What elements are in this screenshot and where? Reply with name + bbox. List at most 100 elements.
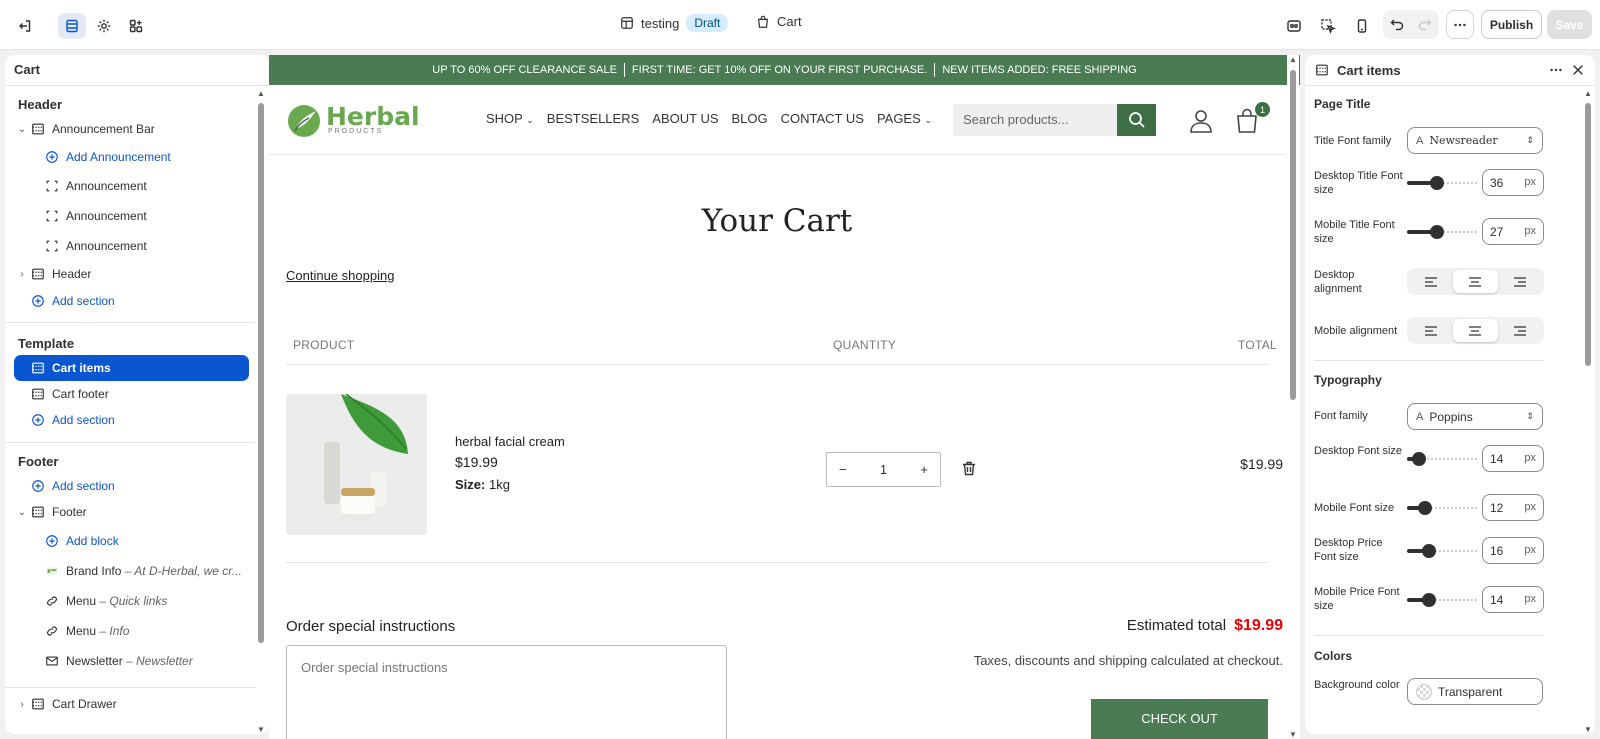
- slider-handle[interactable]: [1422, 544, 1436, 558]
- plus-icon[interactable]: +: [920, 462, 928, 477]
- slider-handle[interactable]: [1422, 593, 1436, 607]
- quantity-value[interactable]: 1: [880, 462, 887, 477]
- desktop-alignment-toggle[interactable]: [1407, 268, 1544, 295]
- nav-bestsellers[interactable]: BESTSELLERS: [547, 111, 640, 126]
- undo-icon[interactable]: [1383, 11, 1411, 37]
- mobile-font-size-slider[interactable]: [1407, 501, 1477, 515]
- add-section-header-button[interactable]: Add section: [14, 288, 249, 314]
- desktop-price-size-slider[interactable]: [1407, 544, 1477, 558]
- align-left-icon[interactable]: [1409, 319, 1453, 342]
- add-section-footer-button[interactable]: Add section: [14, 473, 249, 499]
- nav-pages[interactable]: PAGES ⌄: [877, 111, 932, 126]
- add-announcement-button[interactable]: Add Announcement: [14, 144, 249, 170]
- tree-menu-quick-links[interactable]: Menu – Quick links: [14, 588, 249, 614]
- trash-icon[interactable]: [962, 461, 976, 476]
- tree-announcement-bar[interactable]: ⌄ Announcement Bar: [14, 116, 249, 142]
- font-family-select[interactable]: A Poppins ⇕: [1407, 403, 1543, 430]
- align-left-icon[interactable]: [1409, 270, 1453, 293]
- more-actions-button[interactable]: [1446, 10, 1474, 39]
- exit-icon[interactable]: [11, 13, 39, 39]
- publish-button[interactable]: Publish: [1481, 10, 1542, 39]
- tree-announcement-3[interactable]: Announcement: [14, 233, 249, 259]
- search-input[interactable]: Search products...: [953, 104, 1117, 136]
- right-scrollbar[interactable]: ▲ ▼: [1583, 89, 1593, 734]
- mobile-price-size-slider[interactable]: [1407, 593, 1477, 607]
- store-logo[interactable]: Herbal PRODUCTS: [286, 101, 420, 139]
- desktop-font-size-slider[interactable]: [1407, 452, 1477, 466]
- column-header-quantity: QUANTITY: [833, 338, 897, 352]
- tree-footer[interactable]: ⌄ Footer: [14, 499, 249, 525]
- desktop-font-size-input[interactable]: 14 px: [1482, 445, 1544, 472]
- mobile-title-size-input[interactable]: 27 px: [1482, 218, 1544, 245]
- chevron-down-icon[interactable]: ⌄: [14, 507, 30, 518]
- tree-cart-footer[interactable]: Cart footer: [14, 381, 249, 407]
- desktop-title-size-input[interactable]: 36 px: [1482, 169, 1544, 196]
- align-center-icon[interactable]: [1453, 270, 1498, 293]
- account-icon[interactable]: [1189, 108, 1213, 134]
- select-element-icon[interactable]: [1314, 13, 1342, 39]
- redo-icon[interactable]: [1411, 11, 1439, 37]
- tree-newsletter[interactable]: Newsletter – Newsletter: [14, 648, 249, 674]
- theme-selector[interactable]: testing Draft: [620, 14, 729, 32]
- nav-shop[interactable]: SHOP ⌄: [486, 111, 534, 126]
- add-section-template-button[interactable]: Add section: [14, 407, 249, 433]
- tree-menu-info[interactable]: Menu – Info: [14, 618, 249, 644]
- tree-announcement-2[interactable]: Announcement: [14, 203, 249, 229]
- align-right-icon[interactable]: [1498, 270, 1542, 293]
- tree-brand-info[interactable]: Brand Info – At D-Herbal, we cr...: [14, 558, 249, 584]
- preview-scrollbar[interactable]: ▲ ▼: [1287, 55, 1299, 739]
- scrollbar-thumb[interactable]: [1290, 70, 1296, 400]
- scrollbar-thumb[interactable]: [1585, 103, 1591, 366]
- slider-handle[interactable]: [1430, 225, 1444, 239]
- tree-header[interactable]: › Header: [14, 261, 249, 287]
- save-button[interactable]: Save: [1547, 10, 1592, 39]
- scroll-up-icon[interactable]: ▲: [257, 89, 265, 98]
- desktop-title-size-slider[interactable]: [1407, 176, 1477, 190]
- align-center-icon[interactable]: [1453, 319, 1498, 342]
- slider-handle[interactable]: [1418, 501, 1432, 515]
- align-right-icon[interactable]: [1498, 319, 1542, 342]
- continue-shopping-link[interactable]: Continue shopping: [286, 268, 394, 283]
- mobile-alignment-toggle[interactable]: [1407, 317, 1544, 344]
- apps-icon[interactable]: [122, 13, 150, 39]
- minus-icon[interactable]: −: [839, 462, 847, 477]
- chevron-down-icon[interactable]: ⌄: [14, 124, 30, 135]
- nav-about[interactable]: ABOUT US: [652, 111, 718, 126]
- quantity-stepper[interactable]: − 1 +: [826, 452, 941, 487]
- checkout-button[interactable]: CHECK OUT: [1091, 699, 1268, 739]
- product-image[interactable]: [286, 394, 427, 535]
- background-color-picker[interactable]: Transparent: [1407, 678, 1543, 705]
- title-font-family-select[interactable]: A Newsreader ⇕: [1407, 127, 1543, 154]
- ellipsis-icon[interactable]: [1549, 63, 1563, 77]
- inspector-icon[interactable]: [1280, 13, 1308, 39]
- order-instructions-field[interactable]: Order special instructions: [286, 645, 727, 739]
- close-icon[interactable]: [1571, 63, 1585, 77]
- mobile-title-size-slider[interactable]: [1407, 225, 1477, 239]
- product-name[interactable]: herbal facial cream: [455, 434, 565, 449]
- left-scrollbar[interactable]: ▲ ▼: [255, 89, 267, 734]
- scroll-up-icon[interactable]: ▲: [1289, 55, 1297, 64]
- mobile-price-size-input[interactable]: 14 px: [1482, 586, 1544, 613]
- scroll-down-icon[interactable]: ▼: [1289, 730, 1297, 739]
- nav-contact[interactable]: CONTACT US: [781, 111, 864, 126]
- scroll-down-icon[interactable]: ▼: [257, 725, 265, 734]
- sections-icon[interactable]: [58, 13, 86, 39]
- add-block-button[interactable]: Add block: [14, 528, 249, 554]
- page-selector[interactable]: Cart: [756, 14, 802, 29]
- chevron-right-icon[interactable]: ›: [14, 269, 30, 280]
- mobile-preview-icon[interactable]: [1348, 13, 1376, 39]
- scroll-down-icon[interactable]: ▼: [1584, 725, 1592, 734]
- tree-announcement-1[interactable]: Announcement: [14, 173, 249, 199]
- scroll-up-icon[interactable]: ▲: [1584, 89, 1592, 98]
- chevron-right-icon[interactable]: ›: [14, 699, 30, 710]
- nav-blog[interactable]: BLOG: [732, 111, 768, 126]
- slider-handle[interactable]: [1412, 452, 1426, 466]
- search-button[interactable]: [1117, 104, 1156, 136]
- slider-handle[interactable]: [1430, 176, 1444, 190]
- scrollbar-thumb[interactable]: [258, 103, 264, 643]
- tree-cart-items[interactable]: Cart items: [14, 355, 249, 381]
- gear-icon[interactable]: [90, 13, 118, 39]
- mobile-font-size-input[interactable]: 12 px: [1482, 494, 1544, 521]
- desktop-price-size-input[interactable]: 16 px: [1482, 537, 1544, 564]
- tree-cart-drawer[interactable]: › Cart Drawer: [14, 691, 249, 717]
